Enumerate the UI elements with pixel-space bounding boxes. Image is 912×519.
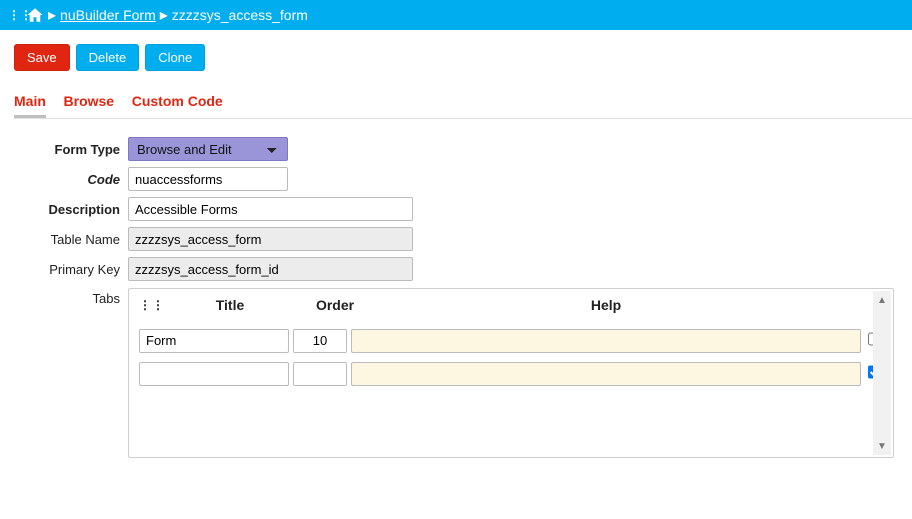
subform-title-input[interactable]: [139, 329, 289, 353]
label-code: Code: [0, 172, 128, 187]
label-table-name: Table Name: [0, 232, 128, 247]
delete-button[interactable]: Delete: [76, 44, 140, 71]
breadcrumb-current: zzzzsys_access_form: [172, 7, 308, 23]
scroll-up-icon[interactable]: ▲: [873, 291, 891, 309]
table-name-input[interactable]: [128, 227, 413, 251]
tab-custom-code[interactable]: Custom Code: [132, 89, 223, 115]
subform-row: [139, 360, 883, 387]
subform-scrollbar[interactable]: ▲ ▼: [873, 291, 891, 455]
action-bar: Save Delete Clone: [0, 30, 912, 77]
subform-header-help: Help: [365, 297, 847, 313]
tab-main[interactable]: Main: [14, 89, 46, 118]
label-form-type: Form Type: [0, 142, 128, 157]
subform-order-input[interactable]: [293, 362, 347, 386]
clone-button[interactable]: Clone: [145, 44, 205, 71]
tabs-subform: ⋮⋮ Title Order Help ▲ ▼: [128, 288, 894, 458]
subform-body: [139, 327, 883, 387]
subform-options-icon[interactable]: ⋮⋮: [139, 303, 155, 308]
description-input[interactable]: [128, 197, 413, 221]
label-primary-key: Primary Key: [0, 262, 128, 277]
chevron-right-icon: ▸: [44, 5, 60, 25]
subform-title-input[interactable]: [139, 362, 289, 386]
chevron-right-icon: ▸: [156, 5, 172, 25]
label-tabs: Tabs: [0, 287, 128, 306]
code-input[interactable]: [128, 167, 288, 191]
home-icon[interactable]: [26, 6, 44, 24]
save-button[interactable]: Save: [14, 44, 70, 71]
tab-strip: Main Browse Custom Code: [14, 89, 912, 119]
menu-icon[interactable]: ⋮⋮: [8, 13, 20, 18]
breadcrumb-link[interactable]: nuBuilder Form: [60, 7, 156, 23]
scroll-down-icon[interactable]: ▼: [873, 437, 891, 455]
subform-help-input[interactable]: [351, 329, 861, 353]
form-type-select[interactable]: Browse and Edit: [128, 137, 288, 161]
subform-order-input[interactable]: [293, 329, 347, 353]
primary-key-input[interactable]: [128, 257, 413, 281]
form-area: Form Type Browse and Edit Code Descripti…: [0, 119, 912, 458]
subform-help-input[interactable]: [351, 362, 861, 386]
label-description: Description: [0, 202, 128, 217]
subform-row: [139, 327, 883, 354]
tab-browse[interactable]: Browse: [64, 89, 115, 115]
topbar: ⋮⋮ ▸ nuBuilder Form ▸ zzzzsys_access_for…: [0, 0, 912, 30]
subform-header-order: Order: [305, 297, 365, 313]
subform-header-title: Title: [155, 297, 305, 313]
